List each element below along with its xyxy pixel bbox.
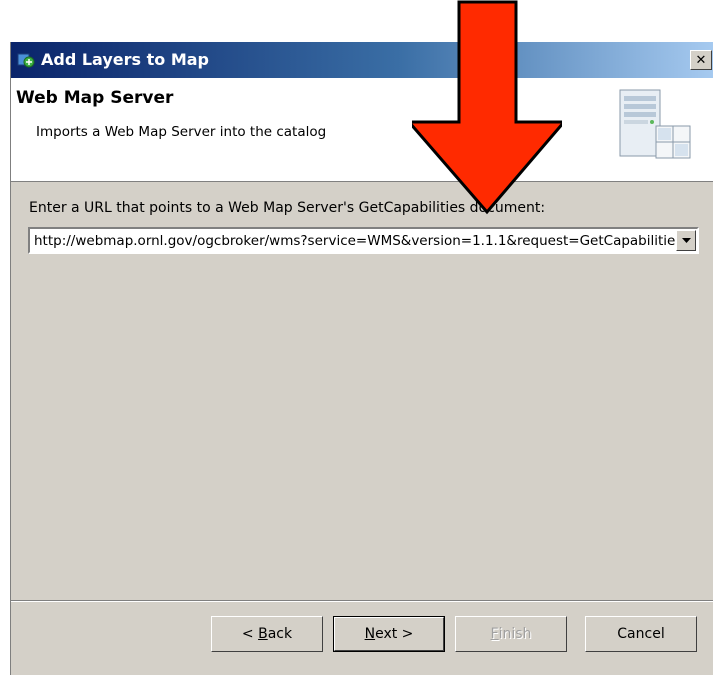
finish-button-mnemonic: F bbox=[490, 626, 499, 642]
back-button-mnemonic: B bbox=[258, 626, 268, 642]
next-button-mnemonic: N bbox=[364, 626, 376, 642]
cancel-button-label: Cancel bbox=[617, 626, 665, 642]
page-subtitle: Imports a Web Map Server into the catalo… bbox=[36, 124, 327, 140]
wizard-banner: Web Map Server Imports a Web Map Server … bbox=[11, 78, 713, 182]
chevron-down-icon bbox=[681, 237, 691, 243]
title-bar[interactable]: Add Layers to Map ✕ bbox=[11, 42, 713, 78]
add-layers-dialog: Add Layers to Map ✕ Web Map Server Impor… bbox=[10, 42, 713, 675]
back-button-prefix: < bbox=[241, 626, 259, 642]
wms-url-combobox[interactable]: http://webmap.ornl.gov/ogcbroker/wms?ser… bbox=[28, 227, 699, 254]
next-button-rest: ext > bbox=[375, 626, 414, 642]
page-title: Web Map Server bbox=[16, 88, 174, 108]
wms-url-input[interactable]: http://webmap.ornl.gov/ogcbroker/wms?ser… bbox=[32, 231, 675, 251]
back-button-rest: ack bbox=[267, 626, 293, 642]
combobox-dropdown-button[interactable] bbox=[676, 230, 696, 251]
finish-button[interactable]: Finish bbox=[455, 616, 567, 652]
close-icon: ✕ bbox=[695, 52, 707, 68]
cancel-button[interactable]: Cancel bbox=[585, 616, 697, 652]
next-button[interactable]: Next > bbox=[333, 616, 445, 652]
finish-button-rest: inish bbox=[498, 626, 532, 642]
red-down-arrow-icon bbox=[412, 0, 562, 215]
layers-app-icon bbox=[17, 53, 35, 68]
close-button[interactable]: ✕ bbox=[690, 50, 712, 70]
server-icon bbox=[619, 89, 691, 159]
back-button[interactable]: < Back bbox=[211, 616, 323, 652]
button-separator bbox=[11, 600, 713, 602]
window-title: Add Layers to Map bbox=[41, 50, 210, 69]
